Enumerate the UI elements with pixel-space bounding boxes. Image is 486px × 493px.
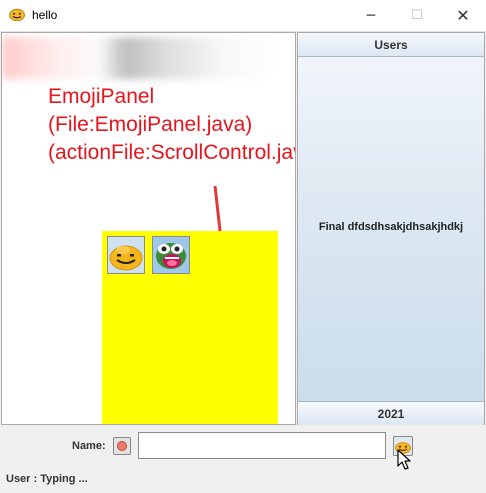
- maximize-button[interactable]: ☐: [394, 0, 440, 31]
- emoji-item-frog[interactable]: [152, 236, 190, 274]
- annotation-line-1: EmojiPanel: [48, 85, 155, 108]
- close-button[interactable]: ✕: [440, 0, 486, 31]
- users-footer: 2021: [298, 401, 484, 425]
- mouse-pointer-icon: [397, 449, 411, 470]
- user-entry[interactable]: Final dfdsdhsakjdhsakjhdkj: [298, 221, 484, 233]
- smiley-emoji-icon: [109, 245, 143, 271]
- users-header: Users: [298, 33, 484, 57]
- chat-panel[interactable]: EmojiPanel (File:EmojiPanel.java) (actio…: [1, 32, 296, 425]
- emoji-panel[interactable]: [102, 231, 278, 424]
- annotation-line-3: (actionFile:ScrollControl.java): [48, 141, 296, 164]
- minimize-button[interactable]: ─: [348, 0, 394, 31]
- title-bar: hello ─ ☐ ✕: [0, 0, 486, 32]
- window-title: hello: [32, 8, 58, 22]
- pepe-frog-emoji-icon: [156, 243, 186, 269]
- typing-status: User : Typing ...: [6, 473, 88, 485]
- name-label: Name:: [72, 440, 106, 452]
- emoji-item-smiley[interactable]: [107, 236, 145, 274]
- input-bar: Name: User : Typing ...: [0, 425, 486, 493]
- app-logo-icon: [9, 8, 25, 21]
- annotation-line-2: (File:EmojiPanel.java): [48, 113, 253, 136]
- name-input[interactable]: [138, 432, 386, 459]
- app-window: hello ─ ☐ ✕ EmojiPanel (File:EmojiPanel.…: [0, 0, 486, 493]
- users-panel: Users Final dfdsdhsakjdhsakjhdkj 2021: [297, 32, 485, 425]
- blurred-message: [2, 37, 277, 79]
- status-button[interactable]: [113, 437, 131, 455]
- red-dot-icon: [117, 441, 127, 451]
- annotation-text: EmojiPanel (File:EmojiPanel.java) (actio…: [48, 83, 296, 167]
